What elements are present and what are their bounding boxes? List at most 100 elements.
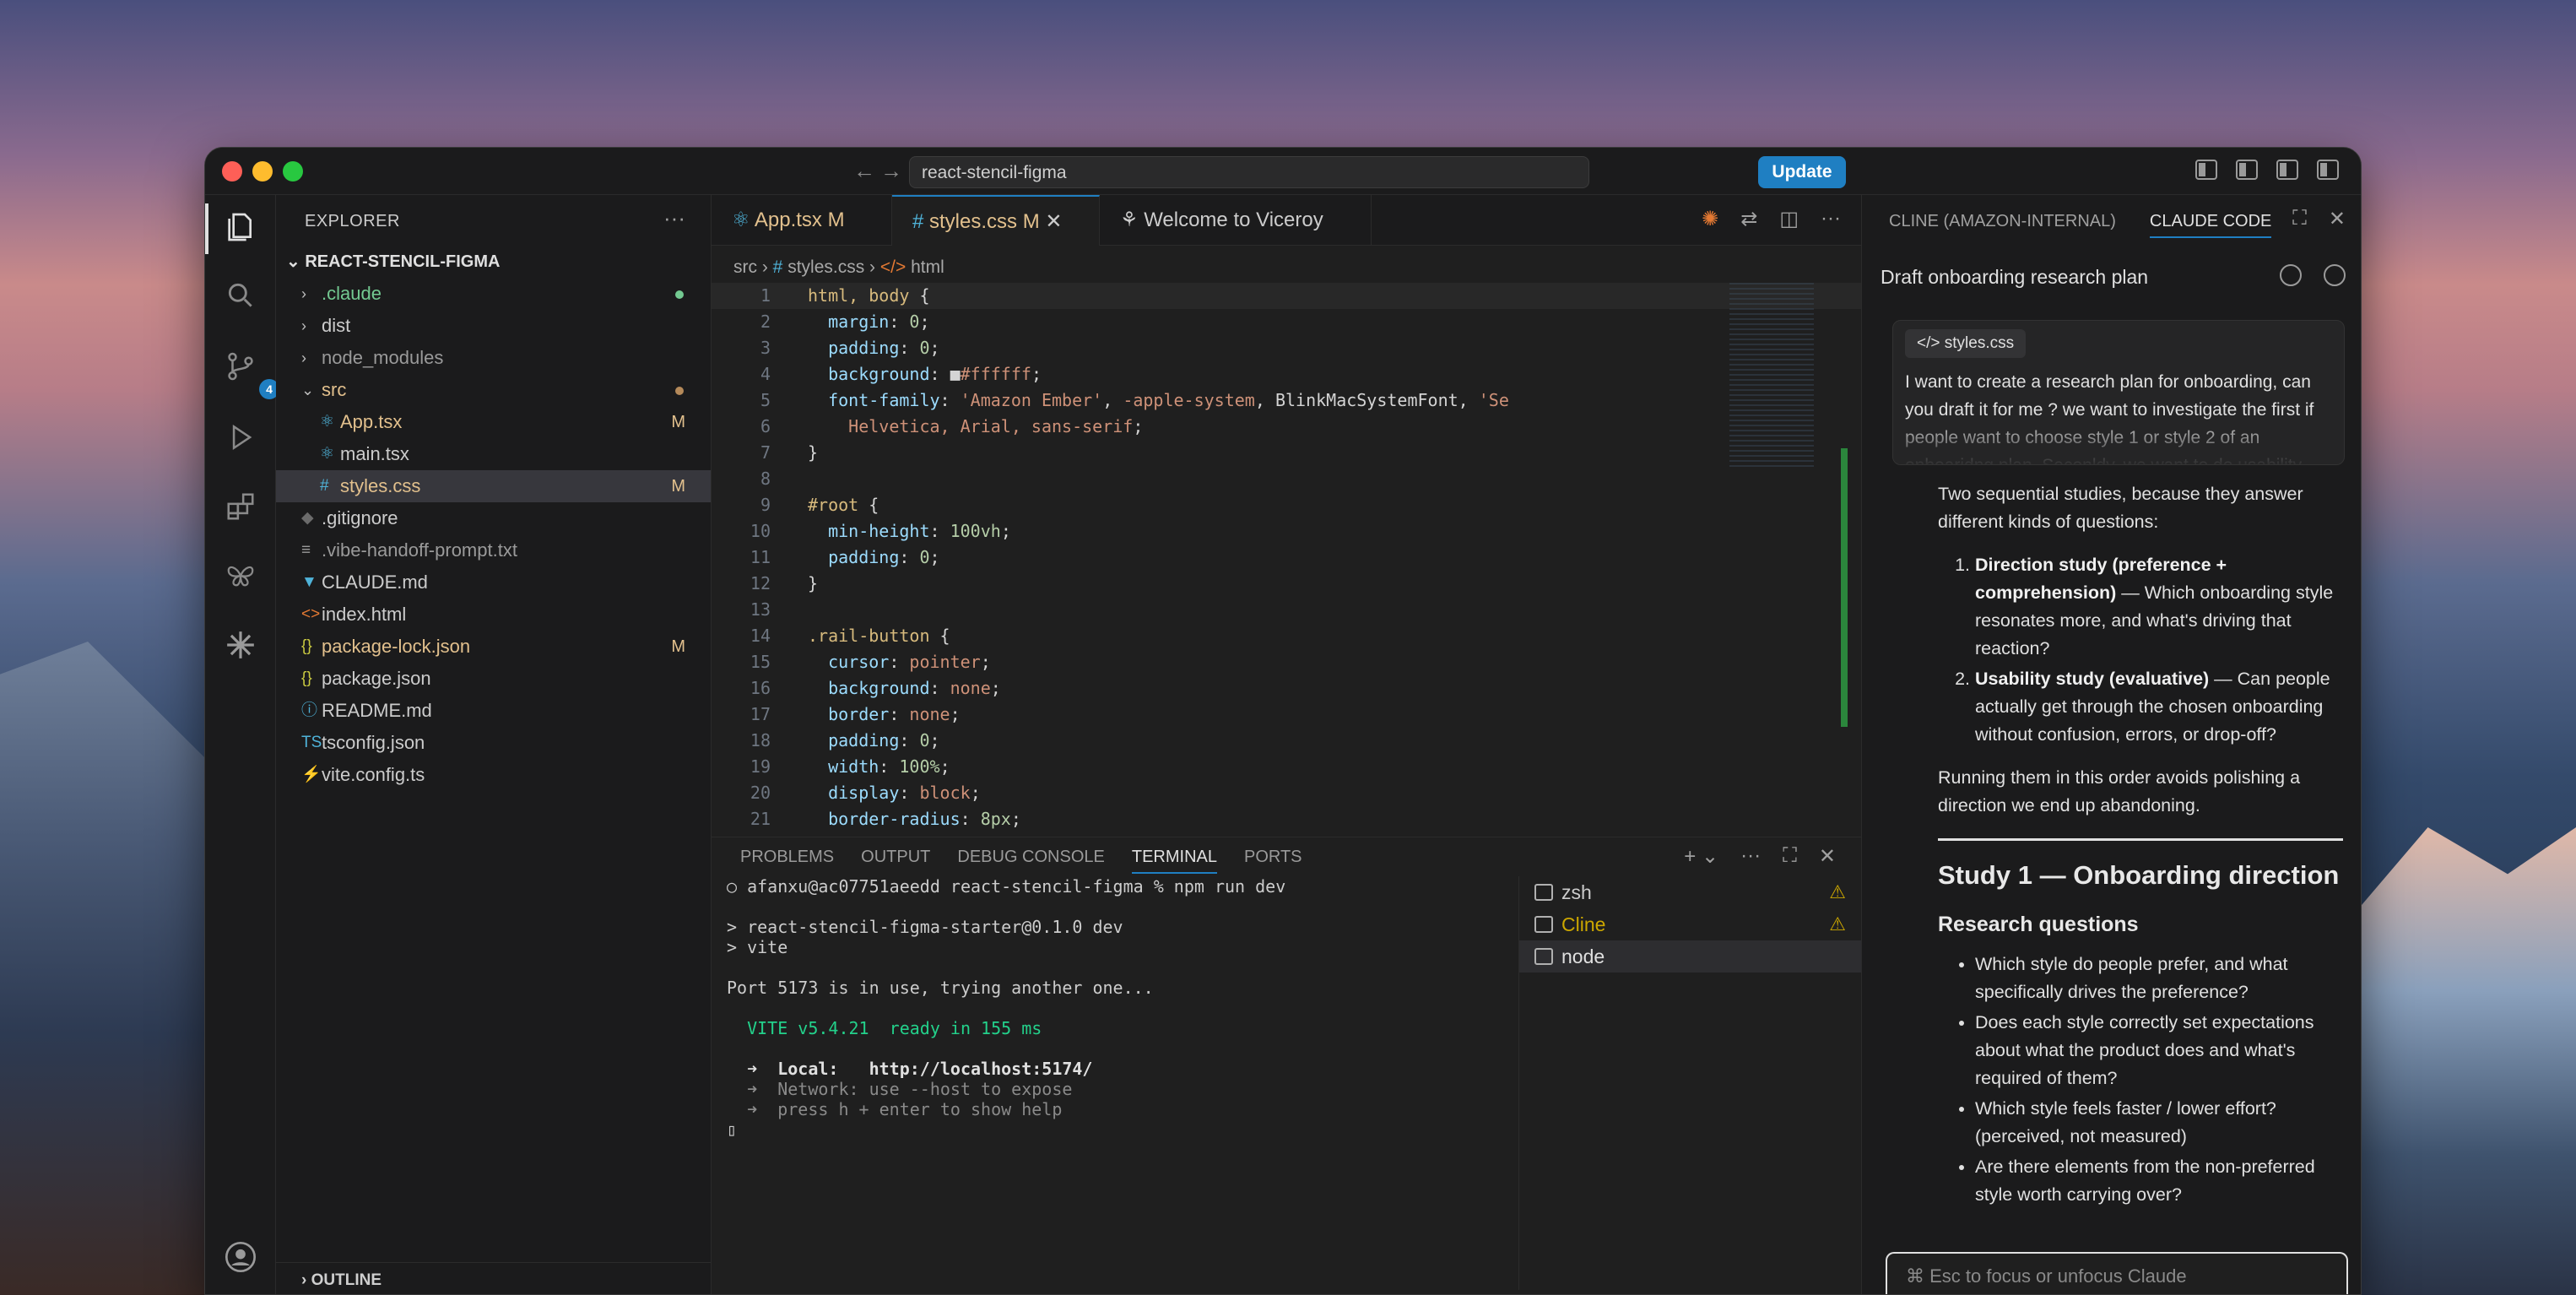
breadcrumb-src[interactable]: src	[733, 257, 757, 277]
forward-arrow-icon[interactable]: →	[880, 158, 902, 184]
line-number: 20	[750, 783, 771, 803]
terminal-output[interactable]: ○ afanxu@ac07751aeedd react-stencil-figm…	[727, 876, 1328, 1290]
code-text: border: none;	[808, 704, 961, 724]
tab-claude-code[interactable]: CLAUDE CODE	[2149, 212, 2272, 238]
terminal-line: Port 5173 is in use, trying another one.…	[727, 978, 1154, 998]
claude-spark-icon[interactable]: ✺	[1702, 207, 1718, 231]
file-tree-item[interactable]: ⌄ src	[276, 374, 711, 406]
maximize-window-button[interactable]	[283, 161, 303, 182]
file-tree-item[interactable]: ⚡ vite.config.ts	[276, 759, 711, 791]
account-icon[interactable]	[222, 1240, 259, 1277]
close-window-button[interactable]	[222, 161, 242, 182]
panel-tab[interactable]: OUTPUT	[861, 848, 930, 874]
file-tree-item[interactable]: {} package.json	[276, 663, 711, 695]
search-icon[interactable]	[222, 279, 259, 317]
editor-tab[interactable]: ⚛ App.tsx M	[712, 195, 892, 246]
toggle-panel-icon[interactable]	[2276, 160, 2298, 180]
bottom-panel: PROBLEMS OUTPUT DEBUG CONSOLE TERMINAL PORTS…	[712, 837, 1861, 1294]
change-indicator-bar	[1841, 448, 1848, 727]
questions-list: Which style do people prefer, and what s…	[1975, 951, 2343, 1209]
minimize-window-button[interactable]	[252, 161, 273, 182]
file-tree-item[interactable]: ◆ .gitignore	[276, 502, 711, 534]
file-tree-item[interactable]: ≡ .vibe-handoff-prompt.txt	[276, 534, 711, 566]
split-editor-icon[interactable]: ◫	[1779, 207, 1799, 231]
outline-section[interactable]: › OUTLINE	[276, 1262, 711, 1294]
chevron-down-icon: ⌄	[301, 382, 315, 398]
study-item: Direction study (preference + comprehens…	[1975, 551, 2343, 663]
line-number: 5	[760, 390, 771, 410]
minimap[interactable]	[1729, 283, 1814, 469]
explorer-icon[interactable]	[205, 203, 259, 254]
breadcrumb-symbol[interactable]: html	[911, 257, 944, 277]
toggle-secondary-sidebar-icon[interactable]	[2317, 160, 2339, 180]
panel-tab[interactable]: PORTS	[1244, 848, 1302, 874]
file-tree-label: vite.config.ts	[322, 764, 425, 785]
chevron-right-icon: ›	[301, 317, 306, 334]
new-chat-icon[interactable]	[2324, 264, 2346, 286]
breadcrumb-file[interactable]: styles.css	[787, 257, 864, 277]
panel-tab[interactable]: DEBUG CONSOLE	[957, 848, 1104, 874]
file-tree-item[interactable]: › dist	[276, 310, 711, 342]
user-prompt[interactable]: </> styles.css I want to create a resear…	[1892, 320, 2345, 465]
close-icon[interactable]: ✕	[1040, 210, 1062, 233]
study1-heading: Study 1 — Onboarding direction	[1938, 860, 2340, 890]
run-debug-icon[interactable]	[222, 421, 259, 458]
file-tree-label: index.html	[322, 604, 407, 625]
close-icon[interactable]: ✕	[2329, 207, 2346, 231]
source-control-icon[interactable]: 4	[222, 350, 279, 399]
file-tree-item[interactable]: ⚛ main.tsx	[276, 438, 711, 470]
update-button[interactable]: Update	[1758, 156, 1846, 188]
file-chip[interactable]: </> styles.css	[1905, 329, 2027, 358]
command-center-search[interactable]: react-stencil-figma	[909, 156, 1589, 188]
git-modified-badge: M	[671, 637, 685, 656]
file-tree-item[interactable]: › node_modules	[276, 342, 711, 374]
assistant-message: Two sequential studies, because they ans…	[1938, 480, 2343, 1224]
file-tree-label: package-lock.json	[322, 636, 471, 657]
editor-tab[interactable]: # styles.css M ✕	[892, 195, 1100, 246]
code-text: border-radius: 8px;	[808, 809, 1021, 829]
terminal-instance[interactable]: Cline ⚠	[1519, 908, 1861, 940]
workspace-root[interactable]: ⌄ REACT-STENCIL-FIGMA	[286, 251, 500, 272]
toggle-primary-sidebar-icon[interactable]	[2236, 160, 2258, 180]
file-tree-item[interactable]: # styles.css M	[276, 470, 711, 502]
close-panel-icon[interactable]: ✕	[1819, 844, 1836, 869]
customize-layout-icon[interactable]	[2195, 160, 2217, 180]
terminal-instance[interactable]: node	[1519, 940, 1861, 973]
chat-input[interactable]: ⌘ Esc to focus or unfocus Claude	[1886, 1252, 2348, 1294]
line-number: 6	[760, 416, 771, 436]
file-tree-item[interactable]: ⓘ README.md	[276, 695, 711, 727]
more-actions-icon[interactable]: ···	[663, 205, 685, 231]
more-actions-icon[interactable]: ···	[1740, 844, 1761, 869]
file-icon: ⓘ	[301, 702, 318, 719]
chevron-right-icon: ›	[869, 257, 880, 277]
more-actions-icon[interactable]: ···	[1821, 207, 1841, 231]
extensions-icon[interactable]	[222, 490, 259, 528]
back-arrow-icon[interactable]: ←	[853, 158, 875, 184]
line-number: 12	[750, 573, 771, 593]
butterfly-icon[interactable]	[222, 560, 259, 597]
claude-icon[interactable]	[222, 629, 259, 666]
panel-tab[interactable]: TERMINAL	[1131, 848, 1217, 874]
compare-changes-icon[interactable]: ⇄	[1740, 207, 1757, 231]
panel-tab[interactable]: PROBLEMS	[740, 848, 834, 874]
file-tree-item[interactable]: ⚛ App.tsx M	[276, 406, 711, 438]
line-number: 15	[750, 652, 771, 672]
breadcrumb: src › # styles.css › </> html	[733, 257, 944, 278]
editor-tab[interactable]: ⚘ Welcome to Viceroy	[1100, 195, 1372, 246]
panel-tabs: PROBLEMS OUTPUT DEBUG CONSOLE TERMINAL PORTS	[740, 848, 1302, 874]
code-editor[interactable]: 1 html, body {2 margin: 0; 3 padding: 0; 4 …	[712, 283, 1861, 832]
file-tree-item[interactable]: › .claude	[276, 278, 711, 310]
file-tree-item[interactable]: {} package-lock.json M	[276, 631, 711, 663]
expand-icon[interactable]: ⛶	[2292, 207, 2307, 231]
terminal-instance[interactable]: zsh ⚠	[1519, 876, 1861, 908]
file-tree-item[interactable]: ▼ CLAUDE.md	[276, 566, 711, 599]
file-tree-label: node_modules	[322, 347, 444, 368]
conversation-title: Draft onboarding research plan	[1881, 266, 2149, 288]
history-icon[interactable]	[2280, 264, 2302, 286]
file-tree-item[interactable]: <> index.html	[276, 599, 711, 631]
file-tree-item[interactable]: TS tsconfig.json	[276, 727, 711, 759]
tab-cline[interactable]: CLINE (AMAZON-INTERNAL)	[1889, 212, 2116, 238]
editor-tab-label: App.tsx	[754, 209, 822, 231]
new-terminal-icon[interactable]: + ⌄	[1684, 844, 1718, 869]
maximize-panel-icon[interactable]: ⛶	[1783, 844, 1797, 869]
